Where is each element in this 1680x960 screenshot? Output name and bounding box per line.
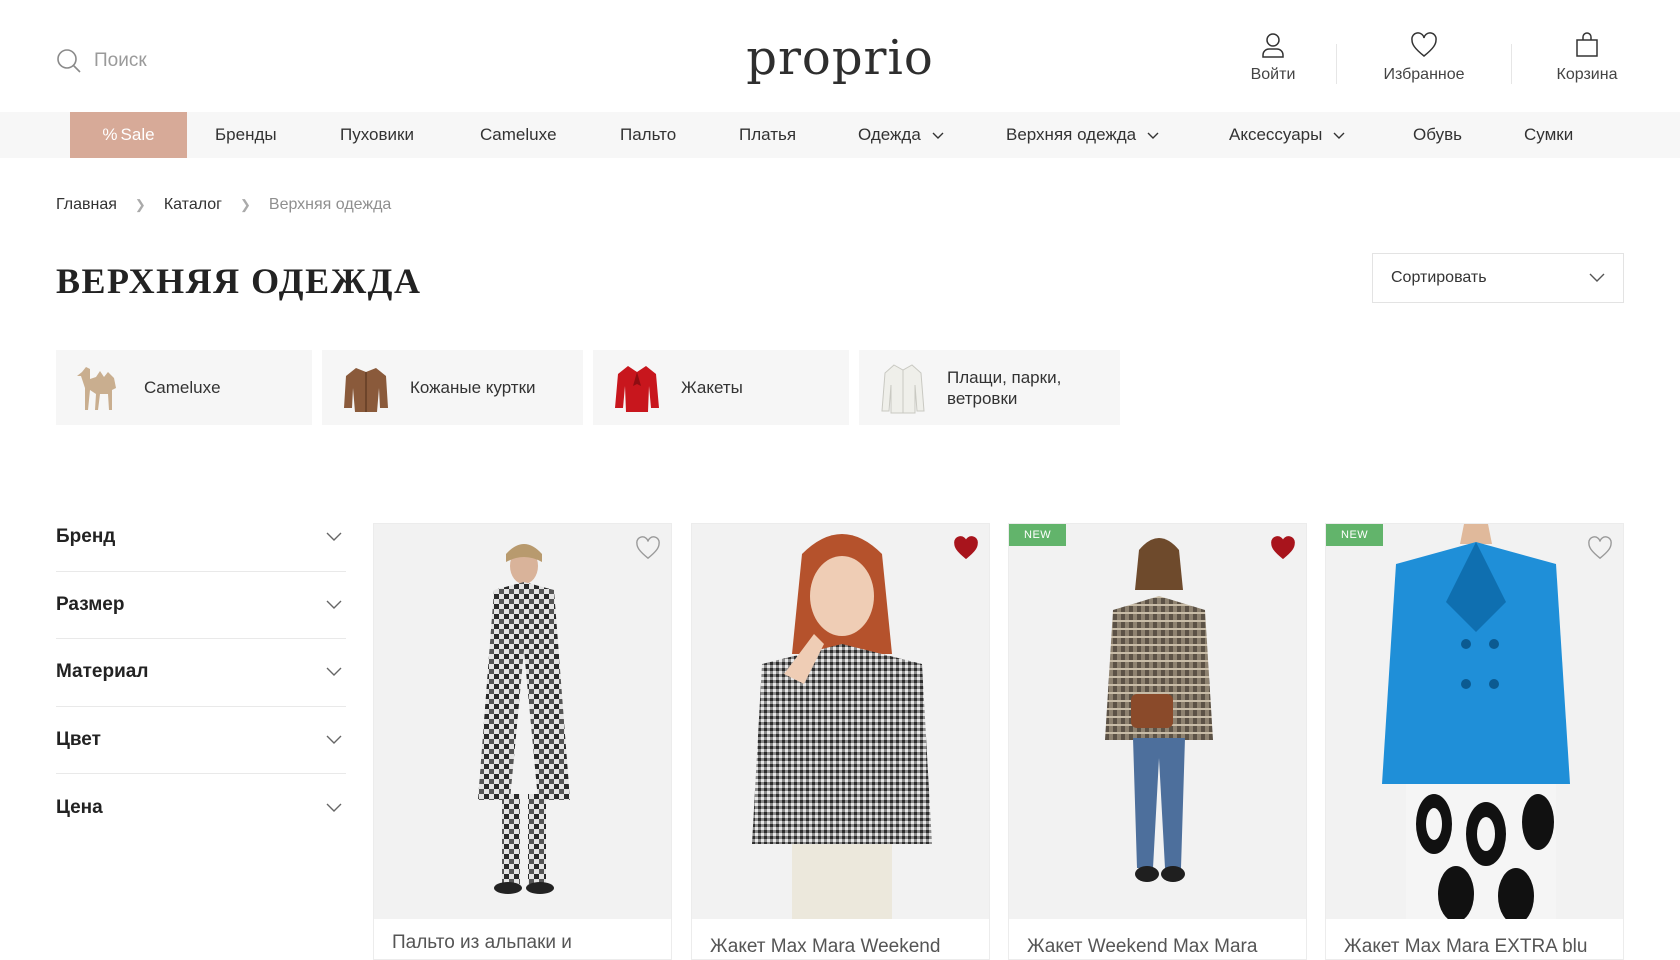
chevron-right-icon: ❯ <box>134 197 146 212</box>
breadcrumb-current: Верхняя одежда <box>268 196 392 213</box>
category-chip-label: Плащи, парки, ветровки <box>947 367 1062 408</box>
nav-item-sale[interactable]: % Sale <box>70 112 187 158</box>
new-badge: NEW <box>1326 524 1384 546</box>
nav-item-clothing[interactable]: Одежда <box>858 112 944 158</box>
leather-jacket-icon <box>338 359 394 417</box>
nav-item-bags[interactable]: Сумки <box>1524 112 1573 158</box>
sort-dropdown[interactable]: Сортировать <box>1372 253 1624 303</box>
category-chip-cameluxe[interactable]: Cameluxe <box>56 350 312 425</box>
filter-brand[interactable]: Бренд <box>56 504 346 572</box>
chevron-down-icon <box>326 667 342 677</box>
chevron-down-icon <box>932 132 944 139</box>
nav-item-dresses[interactable]: Платья <box>739 112 796 158</box>
filter-label: Цвет <box>56 728 101 750</box>
login-button[interactable]: Войти <box>1240 32 1306 84</box>
breadcrumb: Главная ❯ Каталог ❯ Верхняя одежда <box>56 196 391 214</box>
favorites-button[interactable]: Избранное <box>1372 32 1476 84</box>
shopping-bag-icon <box>1576 32 1598 57</box>
divider <box>1336 44 1337 84</box>
product-card[interactable]: Пальто из альпаки и <box>373 523 672 960</box>
filter-label: Цена <box>56 796 103 818</box>
main-nav: % Sale Бренды Пуховики Cameluxe Пальто Пл… <box>0 112 1680 158</box>
login-label: Войти <box>1250 66 1296 83</box>
nav-item-coats[interactable]: Пальто <box>620 112 676 158</box>
product-title[interactable]: Жакет Max Mara EXTRA blu <box>1326 919 1623 959</box>
site-header: Поиск proprio Войти Избранное Корзина <box>0 0 1680 112</box>
nav-item-label: Sale <box>120 125 155 144</box>
divider <box>1511 44 1512 84</box>
product-card[interactable]: Жакет Max Mara Weekend <box>691 523 990 960</box>
product-image[interactable]: NEW <box>1326 524 1623 919</box>
favorites-label: Избранное <box>1383 66 1465 83</box>
nav-item-accessories[interactable]: Аксессуары <box>1229 112 1345 158</box>
percent-icon: % <box>102 125 118 144</box>
product-card[interactable]: NEW Жакет Weekend Max Mara <box>1008 523 1307 960</box>
product-title[interactable]: Пальто из альпаки и <box>374 919 671 955</box>
new-badge: NEW <box>1009 524 1067 546</box>
trench-coat-icon <box>875 359 931 417</box>
category-chip-label: Cameluxe <box>144 377 221 397</box>
chevron-down-icon <box>1147 132 1159 139</box>
sort-label: Сортировать <box>1391 269 1487 286</box>
category-chip-label: Кожаные куртки <box>410 377 536 397</box>
chevron-right-icon: ❯ <box>239 197 251 212</box>
nav-item-cameluxe[interactable]: Cameluxe <box>480 112 557 158</box>
nav-item-brands[interactable]: Бренды <box>215 112 277 158</box>
heart-icon <box>1411 32 1437 57</box>
category-chip-leather-jackets[interactable]: Кожаные куртки <box>322 350 583 425</box>
nav-item-label: Верхняя одежда <box>1006 125 1137 144</box>
filter-label: Размер <box>56 593 125 615</box>
product-image[interactable]: NEW <box>1009 524 1306 919</box>
product-image[interactable] <box>374 524 671 919</box>
chevron-down-icon <box>1333 132 1345 139</box>
user-icon <box>1262 33 1284 58</box>
filter-color[interactable]: Цвет <box>56 707 346 774</box>
chevron-down-icon <box>326 532 342 542</box>
nav-item-outerwear[interactable]: Верхняя одежда <box>1006 112 1159 158</box>
heart-icon[interactable] <box>635 536 661 560</box>
filter-label: Материал <box>56 661 149 683</box>
filter-material[interactable]: Материал <box>56 639 346 707</box>
camel-icon <box>72 359 128 417</box>
nav-item-label: Одежда <box>858 125 921 144</box>
filter-price[interactable]: Цена <box>56 774 346 842</box>
red-jacket-icon <box>609 359 665 417</box>
category-chip-jackets[interactable]: Жакеты <box>593 350 849 425</box>
chevron-down-icon <box>326 600 342 609</box>
filter-size[interactable]: Размер <box>56 572 346 639</box>
page-title: ВЕРХНЯЯ ОДЕЖДА <box>56 261 422 301</box>
chevron-down-icon <box>1589 273 1605 282</box>
chevron-down-icon <box>326 735 342 744</box>
filter-label: Бренд <box>56 526 116 548</box>
breadcrumb-catalog[interactable]: Каталог <box>164 196 222 214</box>
product-card[interactable]: NEW Жакет Max Mara EXTRA blu <box>1325 523 1624 960</box>
cart-button[interactable]: Корзина <box>1547 32 1627 84</box>
breadcrumb-home[interactable]: Главная <box>56 196 117 214</box>
heart-icon-filled[interactable] <box>953 536 979 560</box>
heart-icon-filled[interactable] <box>1270 536 1296 560</box>
product-title[interactable]: Жакет Max Mara Weekend <box>692 919 989 959</box>
category-chip-raincoats[interactable]: Плащи, парки, ветровки <box>859 350 1120 425</box>
product-title[interactable]: Жакет Weekend Max Mara <box>1009 919 1306 959</box>
filter-sidebar: Бренд Размер Материал Цвет Цена <box>56 504 346 842</box>
category-chip-label: Жакеты <box>681 377 743 397</box>
nav-item-label: Аксессуары <box>1229 125 1323 144</box>
heart-icon[interactable] <box>1587 536 1613 560</box>
nav-item-shoes[interactable]: Обувь <box>1413 112 1462 158</box>
cart-label: Корзина <box>1556 66 1618 83</box>
nav-item-down-jackets[interactable]: Пуховики <box>340 112 414 158</box>
chevron-down-icon <box>326 803 342 812</box>
product-image[interactable] <box>692 524 989 919</box>
